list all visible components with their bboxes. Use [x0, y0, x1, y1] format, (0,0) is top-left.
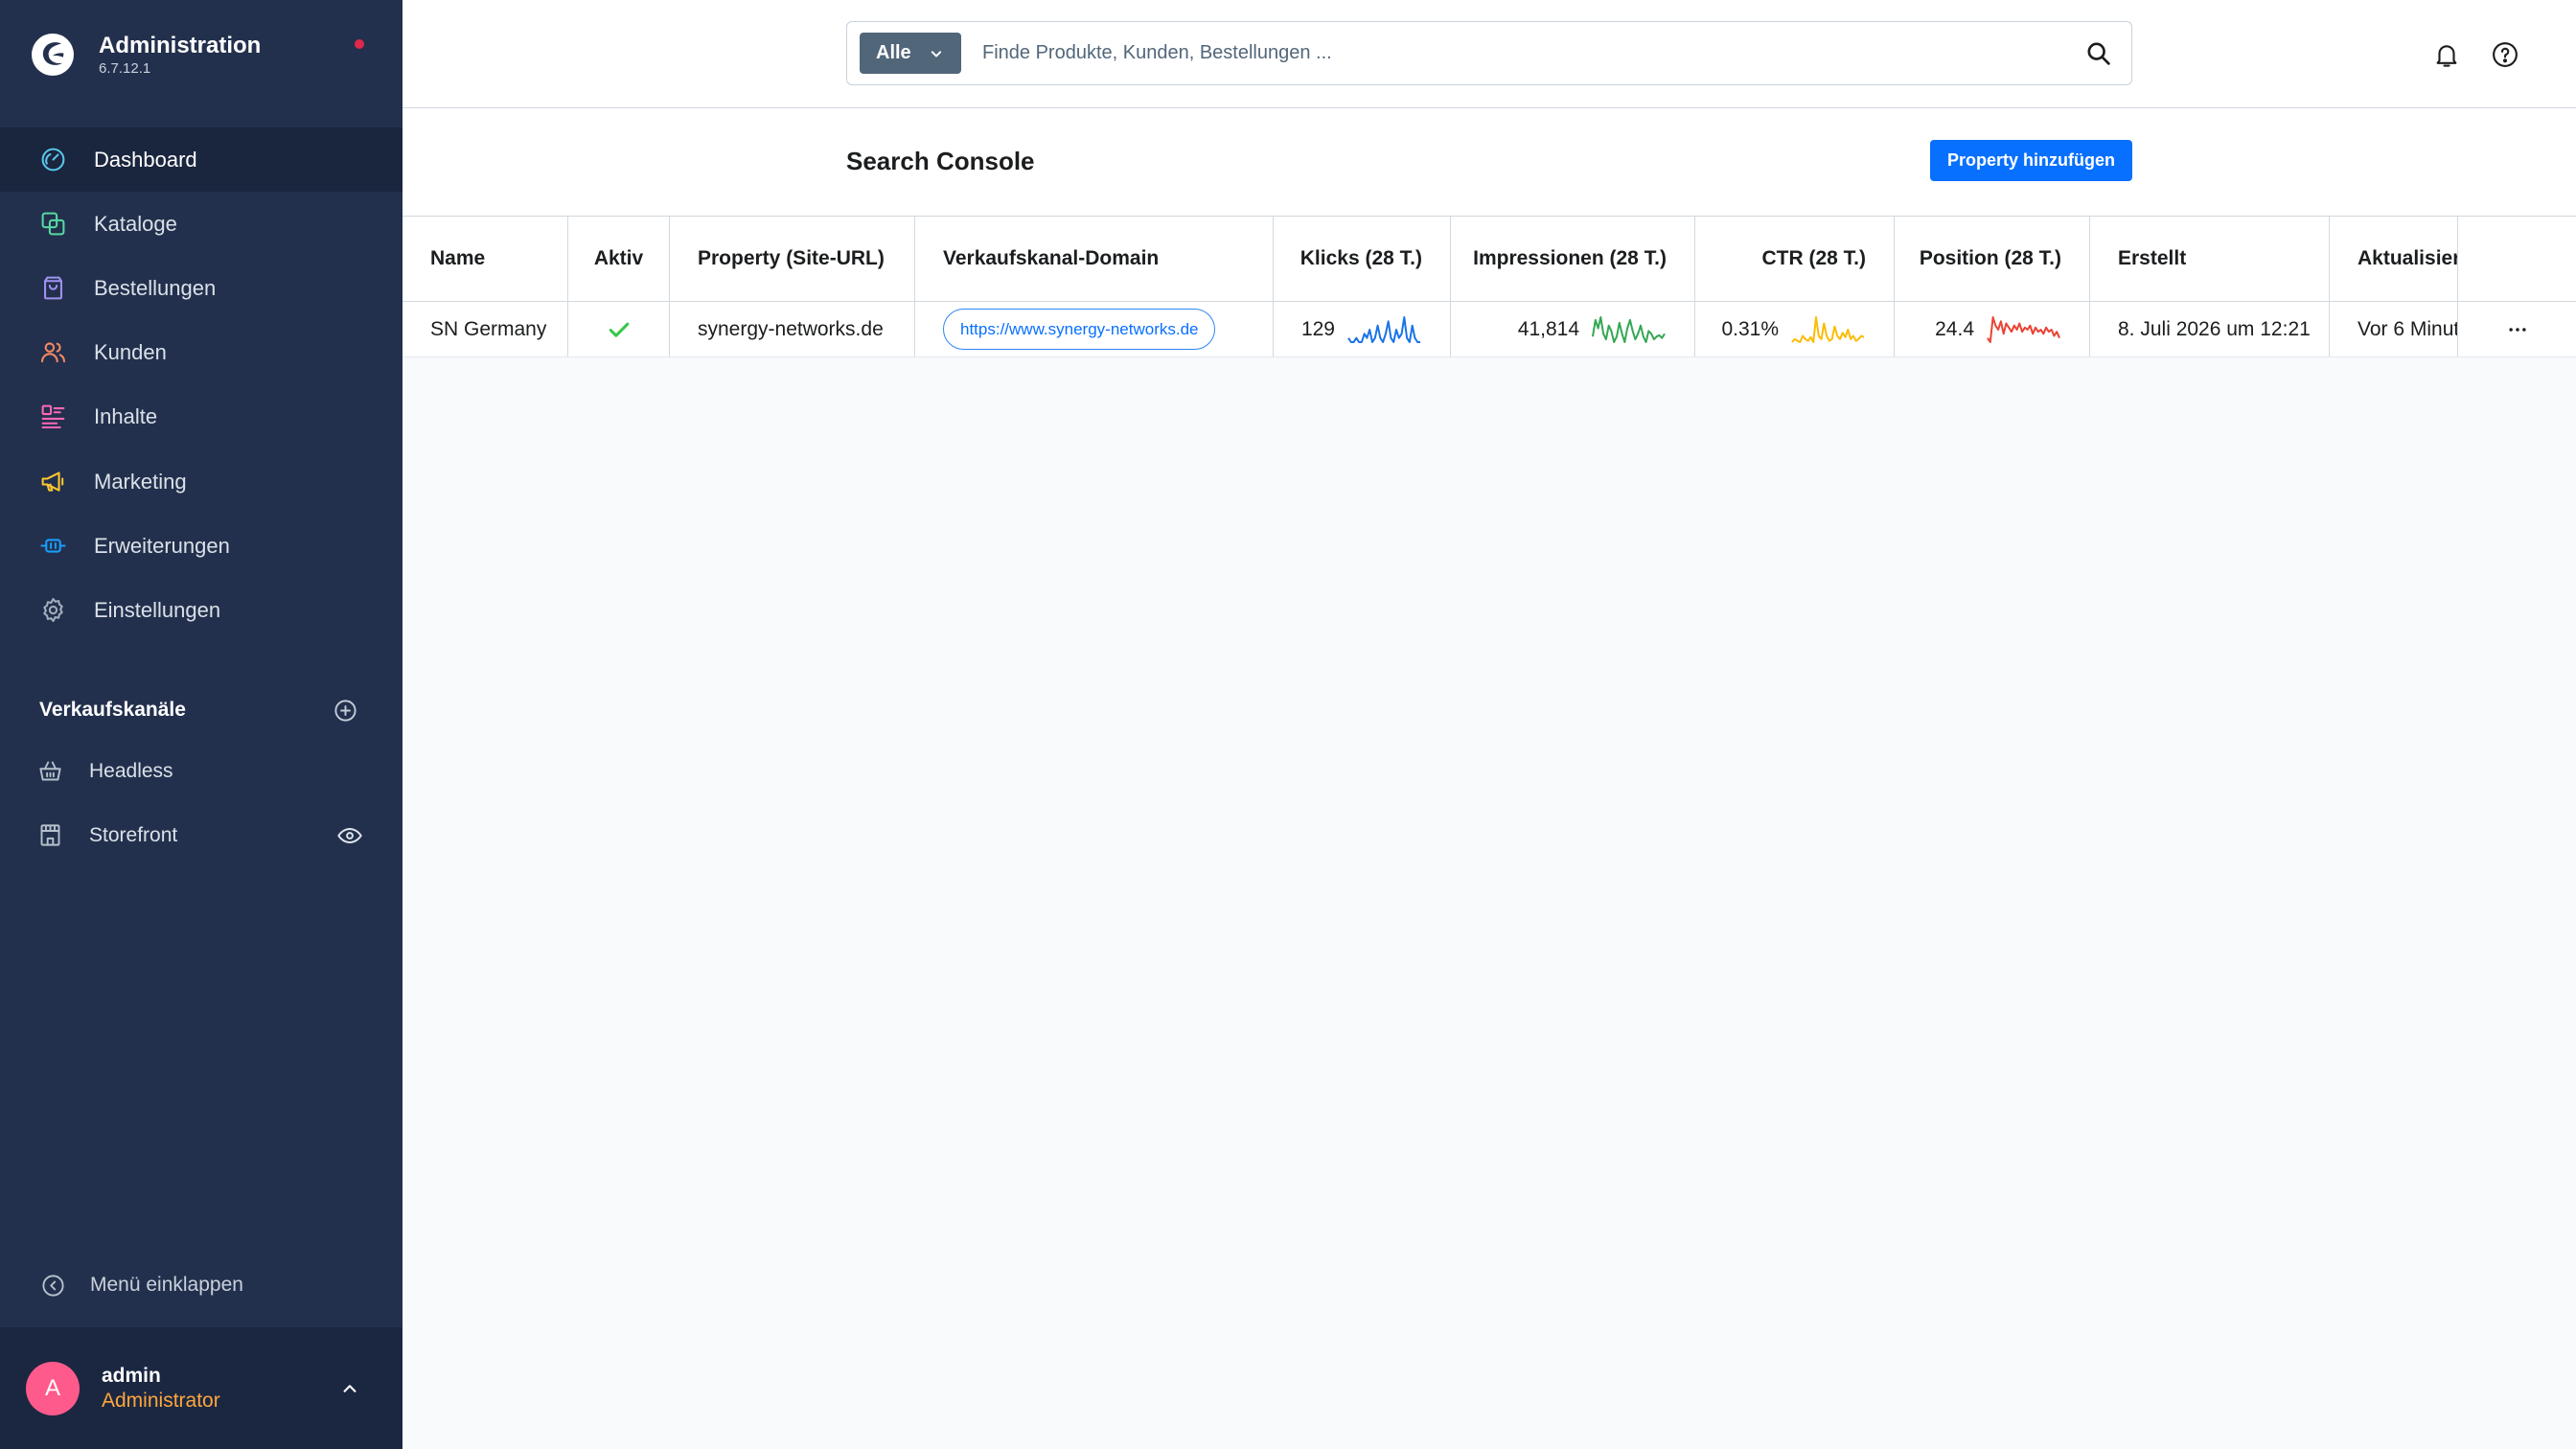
cell-actions — [2458, 302, 2576, 356]
chevron-left-circle-icon — [42, 1275, 64, 1297]
table-row[interactable]: SN Germany synergy-networks.de https://w… — [402, 302, 2576, 357]
content-list-icon — [41, 404, 65, 429]
sidebar-item-inhalte[interactable]: Inhalte — [0, 384, 402, 448]
cell-name: SN Germany — [402, 302, 568, 356]
page-header: Search Console Property hinzufügen — [402, 108, 2576, 216]
notification-dot — [355, 39, 364, 49]
column-header-updated[interactable]: Aktualisier — [2330, 217, 2458, 301]
help-icon[interactable] — [2491, 40, 2519, 69]
topbar: Alle — [402, 0, 2576, 108]
sales-channels-heading: Verkaufskanäle — [39, 699, 186, 721]
cell-clicks: 129 — [1274, 302, 1451, 356]
sidebar-item-label: Erweiterungen — [94, 534, 230, 558]
app-title: Administration — [99, 33, 262, 58]
clicks-value: 129 — [1300, 317, 1335, 340]
column-header-actions — [2458, 217, 2576, 301]
sidebar-item-label: Kunden — [94, 340, 167, 364]
column-header-position[interactable]: Position (28 T.) — [1895, 217, 2090, 301]
plus-circle-icon[interactable] — [333, 698, 358, 724]
cell-property: synergy-networks.de — [670, 302, 915, 356]
column-header-impressions[interactable]: Impressionen (28 T.) — [1451, 217, 1695, 301]
user-name: admin — [102, 1365, 161, 1387]
sidebar-item-kunden[interactable]: Kunden — [0, 320, 402, 384]
avatar[interactable]: A — [26, 1362, 80, 1415]
dashboard-icon — [41, 148, 65, 172]
sidebar-item-label: Einstellungen — [94, 598, 221, 622]
sales-channel-label: Headless — [89, 760, 173, 782]
cell-created: 8. Juli 2026 um 12:21 — [2090, 302, 2330, 356]
global-search: Alle — [846, 21, 2132, 85]
basket-icon — [39, 761, 61, 781]
storefront-icon — [40, 824, 60, 846]
sidebar-item-label: Kataloge — [94, 212, 177, 236]
megaphone-icon — [41, 472, 64, 492]
sidebar-item-einstellungen[interactable]: Einstellungen — [0, 578, 402, 642]
domain-link[interactable]: https://www.synergy-networks.de — [943, 309, 1216, 350]
clicks-sparkline-line — [1347, 315, 1420, 343]
column-header-clicks[interactable]: Klicks (28 T.) — [1274, 217, 1451, 301]
plug-icon — [40, 539, 66, 553]
sidebar-item-label: Inhalte — [94, 404, 158, 428]
sidebar-item-dashboard[interactable]: Dashboard — [0, 127, 402, 192]
sidebar-item-kataloge[interactable]: Kataloge — [0, 192, 402, 256]
user-menu[interactable]: A admin Administrator — [0, 1327, 402, 1449]
column-header-domain[interactable]: Verkaufskanal-Domain — [915, 217, 1274, 301]
more-icon[interactable] — [2503, 315, 2532, 344]
chevron-down-icon — [931, 51, 942, 58]
cell-impressions: 41,814 — [1451, 302, 1695, 356]
collapse-menu-label: Menü einklappen — [90, 1274, 243, 1296]
ctr-value: 0.31% — [1721, 317, 1779, 340]
column-header-name[interactable]: Name — [402, 217, 568, 301]
cell-domain: https://www.synergy-networks.de — [915, 302, 1274, 356]
sidebar-item-label: Bestellungen — [94, 276, 217, 300]
bell-icon[interactable] — [2432, 40, 2461, 69]
impressions-sparkline — [1592, 315, 1666, 343]
eye-icon[interactable] — [336, 822, 363, 849]
cell-position: 24.4 — [1895, 302, 2090, 356]
search-scope-label: Alle — [876, 42, 911, 63]
search-icon[interactable] — [2084, 39, 2112, 67]
sidebar-item-label: Marketing — [94, 470, 187, 494]
search-scope-dropdown[interactable]: Alle — [860, 33, 961, 74]
impressions-sparkline-line — [1592, 315, 1666, 343]
user-role: Administrator — [102, 1390, 220, 1412]
shopping-bag-icon — [44, 276, 62, 300]
catalog-icon — [41, 212, 65, 236]
sidebar-item-label: Dashboard — [94, 148, 197, 172]
position-sparkline-line — [1987, 315, 2060, 343]
position-value: 24.4 — [1935, 317, 1974, 340]
cell-ctr: 0.31% — [1695, 302, 1895, 356]
add-property-button[interactable]: Property hinzufügen — [1930, 140, 2132, 181]
sidebar-item-marketing[interactable]: Marketing — [0, 449, 402, 514]
users-icon — [40, 342, 66, 363]
app-version: 6.7.12.1 — [99, 60, 151, 77]
table-header: Name Aktiv Property (Site-URL) Verkaufsk… — [402, 216, 2576, 302]
cell-active — [568, 302, 670, 356]
sales-channel-headless[interactable]: Headless — [0, 739, 402, 803]
column-header-property[interactable]: Property (Site-URL) — [670, 217, 915, 301]
sales-channel-storefront[interactable]: Storefront — [0, 803, 402, 867]
sidebar-item-erweiterungen[interactable]: Erweiterungen — [0, 514, 402, 578]
chevron-up-icon[interactable] — [337, 1376, 362, 1401]
ctr-sparkline — [1791, 315, 1865, 343]
sales-channel-label: Storefront — [89, 824, 178, 846]
position-sparkline — [1987, 315, 2060, 343]
column-header-active[interactable]: Aktiv — [568, 217, 670, 301]
gear-icon — [43, 597, 63, 623]
collapse-menu-button[interactable]: Menü einklappen — [0, 1259, 402, 1311]
clicks-sparkline — [1347, 315, 1420, 343]
column-header-ctr[interactable]: CTR (28 T.) — [1695, 217, 1895, 301]
sidebar: Administration 6.7.12.1 Dashboard Katalo… — [0, 0, 402, 1449]
check-icon — [609, 322, 629, 337]
impressions-value: 41,814 — [1517, 317, 1579, 340]
cell-updated: Vor 6 Minut — [2330, 302, 2458, 356]
page-title: Search Console — [846, 147, 1035, 175]
column-header-created[interactable]: Erstellt — [2090, 217, 2330, 301]
search-input[interactable] — [982, 34, 2036, 73]
shopware-logo-icon[interactable] — [30, 32, 76, 78]
ctr-sparkline-line — [1791, 315, 1865, 343]
sidebar-item-bestellungen[interactable]: Bestellungen — [0, 256, 402, 320]
